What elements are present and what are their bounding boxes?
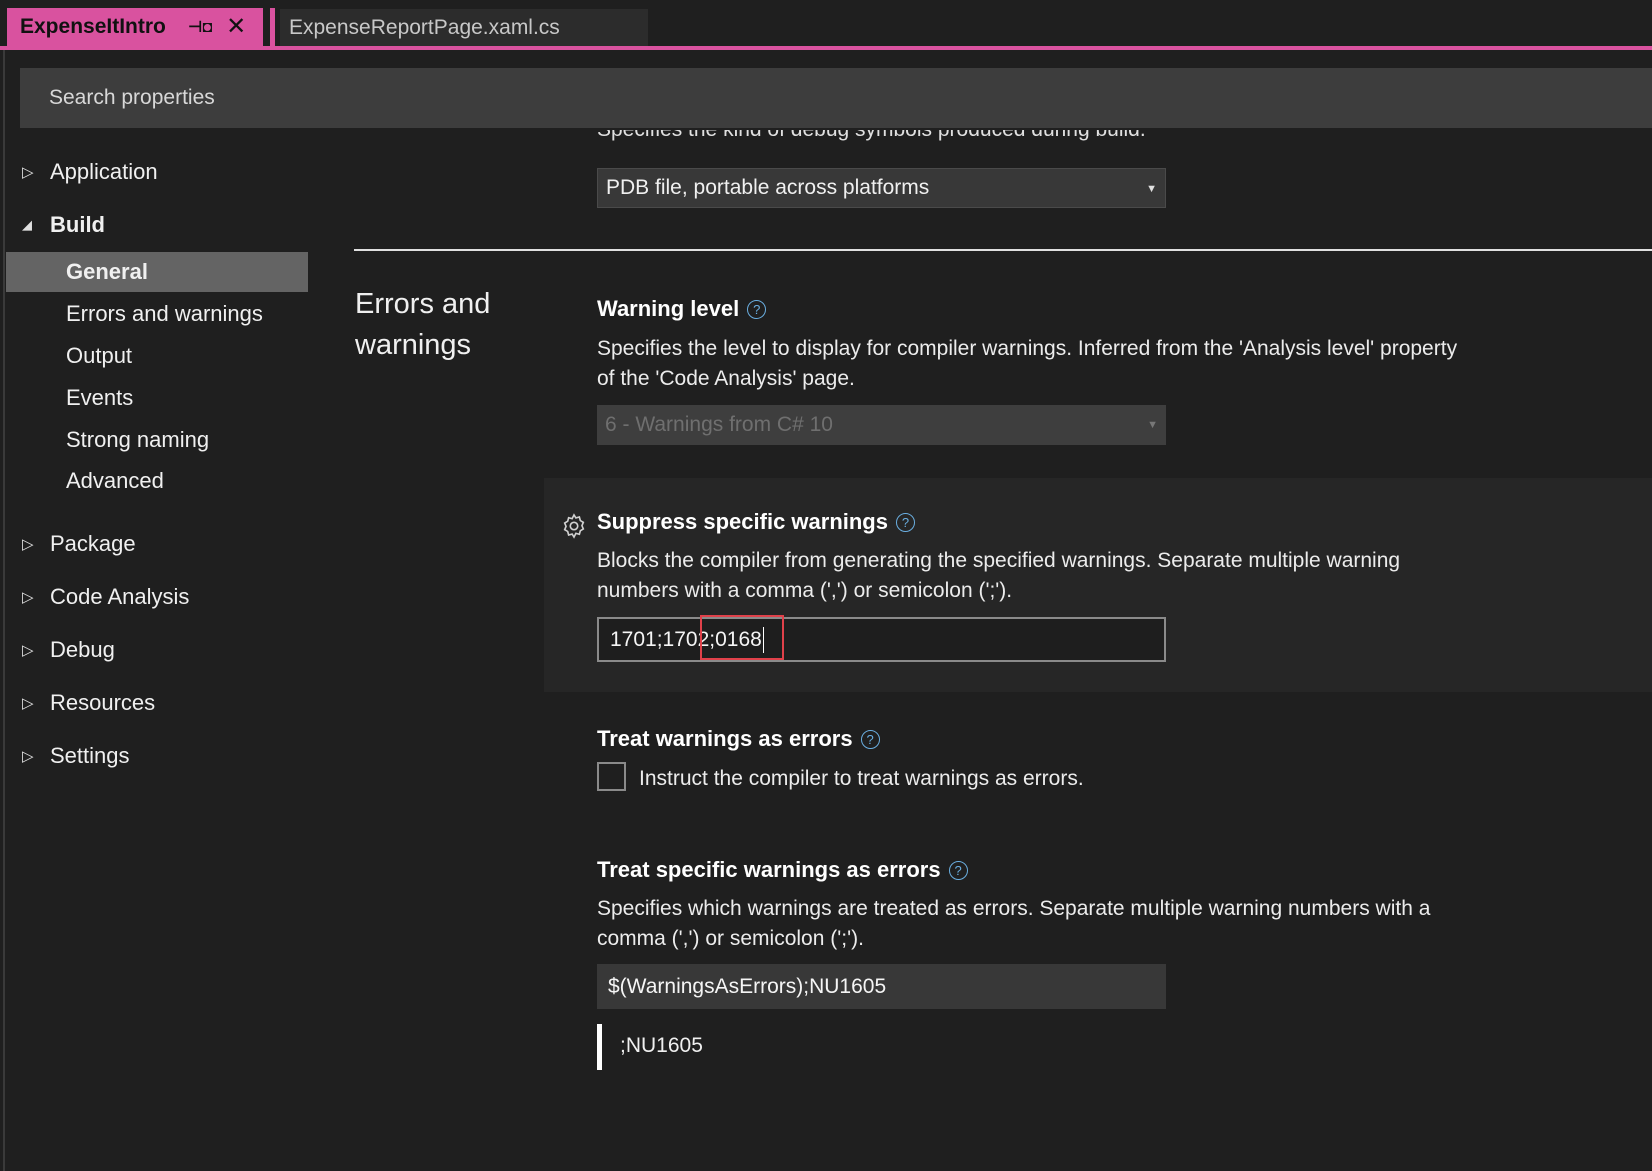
sidebar-selection-highlight [6,252,308,292]
expand-arrow-icon[interactable]: ▷ [22,588,50,606]
debug-symbols-dropdown[interactable]: PDB file, portable across platforms ▼ [597,168,1166,208]
sidebar-group-settings[interactable]: ▷ Settings [22,739,130,773]
treat-specific-warnings-label: Treat specific warnings as errors ? [597,857,968,883]
search-properties-input[interactable] [20,68,1652,128]
suppress-warnings-description: Blocks the compiler from generating the … [597,549,1401,602]
sidebar-group-package[interactable]: ▷ Package [22,527,136,561]
tab-expenseitintro[interactable]: ExpenseItIntro ⊣◘ ✕ [7,8,263,46]
tab-title: ExpenseItIntro [20,15,166,38]
sidebar-group-application[interactable]: ▷ Application [22,155,158,189]
dropdown-value: 6 - Warnings from C# 10 [605,413,833,436]
collapse-arrow-icon[interactable]: ◢ [22,217,50,233]
input-value: $(WarningsAsErrors);NU1605 [608,974,887,998]
expand-arrow-icon[interactable]: ▷ [22,747,50,765]
treat-specific-warnings-input[interactable]: $(WarningsAsErrors);NU1605 [597,964,1166,1009]
tab-title: ExpenseReportPage.xaml.cs [289,15,560,39]
expand-arrow-icon[interactable]: ▷ [22,641,50,659]
expand-arrow-icon[interactable]: ▷ [22,694,50,712]
tab-expensereportpage[interactable]: ExpenseReportPage.xaml.cs [280,9,648,46]
chevron-down-icon: ▼ [1147,419,1158,431]
chevron-down-icon: ▼ [1146,183,1157,195]
debug-symbols-description: Specifies the kind of debug symbols prod… [597,130,1146,154]
evaluated-value-preview: ;NU1605 [620,1034,703,1057]
treat-specific-warnings-description: Specifies which warnings are treated as … [597,897,1431,950]
sidebar-item-general[interactable]: General [66,255,148,289]
help-icon[interactable]: ? [860,729,880,749]
section-title-errors-and-warnings: Errors and warnings [355,288,491,361]
suppress-warnings-label: Suppress specific warnings ? [597,509,915,535]
sidebar-item-errors-and-warnings[interactable]: Errors and warnings [66,297,263,331]
sidebar-item-output[interactable]: Output [66,339,132,373]
sidebar-group-build[interactable]: ◢ Build [22,208,105,242]
warning-level-label: Warning level ? [597,296,767,322]
help-icon[interactable]: ? [747,299,767,319]
pin-icon[interactable]: ⊣◘ [188,17,212,37]
help-icon[interactable]: ? [948,860,968,880]
help-icon[interactable]: ? [895,512,915,532]
evaluated-value-bar [597,1024,602,1070]
sidebar-group-debug[interactable]: ▷ Debug [22,633,115,667]
close-icon[interactable]: ✕ [226,15,246,39]
expand-arrow-icon[interactable]: ▷ [22,163,50,181]
warning-level-description: Specifies the level to display for compi… [597,337,1458,390]
expand-arrow-icon[interactable]: ▷ [22,535,50,553]
annotation-highlight-box [700,615,784,660]
sidebar-item-events[interactable]: Events [66,381,133,415]
warning-level-dropdown[interactable]: 6 - Warnings from C# 10 ▼ [597,405,1166,445]
tab-separator [270,8,275,46]
sidebar-item-strong-naming[interactable]: Strong naming [66,423,209,457]
treat-warnings-as-errors-label: Treat warnings as errors ? [597,726,880,752]
sidebar-group-resources[interactable]: ▷ Resources [22,686,155,720]
section-divider [354,249,1652,251]
treat-warnings-as-errors-checkbox[interactable] [597,762,626,791]
suppress-warnings-input[interactable]: 1701;1702;0168 [597,617,1166,662]
tab-accent-line [0,46,1652,50]
treat-warnings-as-errors-checkbox-label[interactable]: Instruct the compiler to treat warnings … [639,764,1084,794]
sidebar-item-advanced[interactable]: Advanced [66,464,164,498]
sidebar-group-code-analysis[interactable]: ▷ Code Analysis [22,580,189,614]
dropdown-value: PDB file, portable across platforms [606,176,930,199]
window-left-border [3,50,5,1171]
gear-icon[interactable] [560,512,588,540]
